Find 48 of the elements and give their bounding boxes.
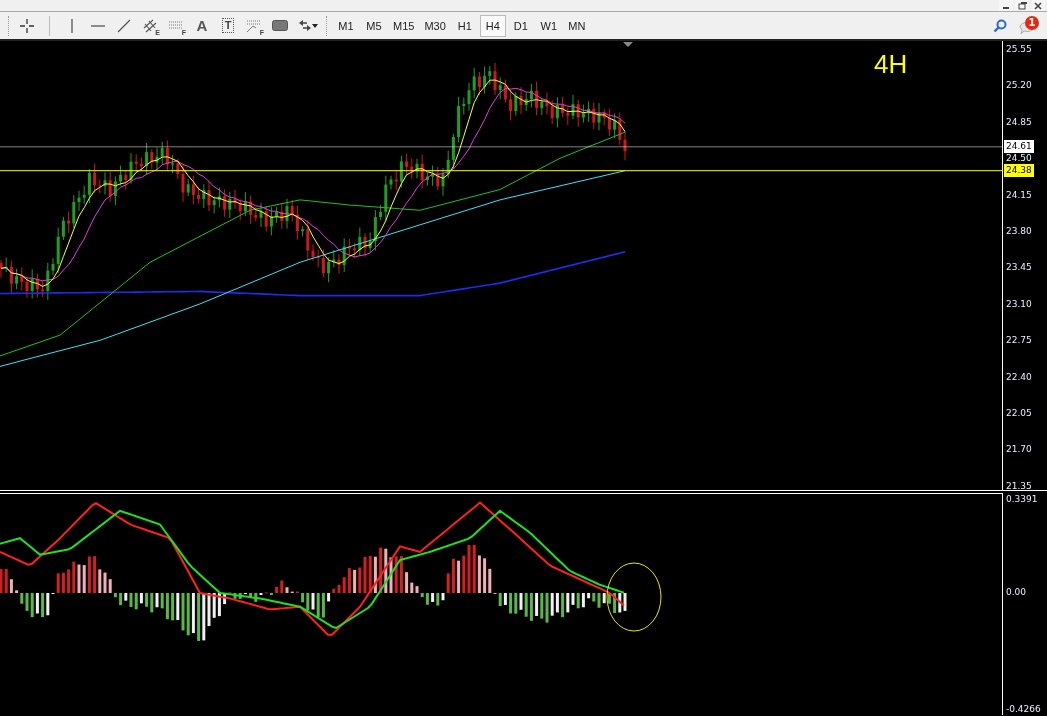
price-marker: 24.38 xyxy=(1004,163,1034,177)
axis-label: 23.80 xyxy=(1006,225,1032,238)
axis-label: 21.35 xyxy=(1006,479,1032,493)
close-button[interactable] xyxy=(1031,0,1045,11)
axis-label: 21.70 xyxy=(1006,443,1032,457)
axis-label: 0.3391 xyxy=(1006,493,1038,506)
axis-label: 0.00 xyxy=(1006,586,1027,599)
timeframe-button[interactable]: MN xyxy=(563,14,590,37)
arrows-icon xyxy=(298,19,312,32)
horizontal-line-icon xyxy=(91,23,105,28)
axis-label: 23.10 xyxy=(1006,297,1032,311)
price-marker: 24.61 xyxy=(1004,139,1034,153)
crosshair-icon xyxy=(19,17,35,34)
axis-label: 24.50 xyxy=(1006,152,1032,166)
trend-line-icon xyxy=(117,18,131,33)
text-label-tool-button[interactable]: T xyxy=(216,14,240,37)
axis-label: 24.15 xyxy=(1006,188,1032,202)
fibonacci-lines-icon xyxy=(169,20,183,31)
caret-icon xyxy=(312,23,318,28)
axis-label: 23.45 xyxy=(1006,261,1032,275)
timeframe-button[interactable]: D1 xyxy=(507,14,534,37)
minimize-button[interactable] xyxy=(999,0,1013,11)
restore-button[interactable] xyxy=(1015,0,1029,11)
axis-label: 22.05 xyxy=(1006,407,1032,420)
axis-label: 25.20 xyxy=(1006,79,1032,93)
timeframe-button[interactable]: M15 xyxy=(389,14,419,37)
close-icon xyxy=(1034,1,1042,10)
vertical-line-icon xyxy=(70,18,74,33)
axis-label: 22.75 xyxy=(1006,334,1032,348)
timeframe-label: 4H xyxy=(874,49,908,80)
timeframe-button[interactable]: M1 xyxy=(333,14,359,37)
timeframe-button[interactable]: M30 xyxy=(420,14,450,37)
timeframe-button[interactable]: M5 xyxy=(361,14,387,37)
timeframe-button[interactable]: H1 xyxy=(451,14,478,37)
fibonacci-fan-icon xyxy=(247,19,261,32)
axis-label: -0.4266 xyxy=(1006,703,1041,716)
highlight-ellipse xyxy=(606,562,662,632)
axis-label: 24.85 xyxy=(1006,115,1032,129)
axis-label: 22.40 xyxy=(1006,370,1032,384)
timeframe-button[interactable]: W1 xyxy=(535,14,562,37)
notification-badge: 1 xyxy=(1025,15,1039,30)
search-icon[interactable] xyxy=(993,18,1007,33)
axis-label: 25.55 xyxy=(1006,43,1032,56)
channel-icon xyxy=(143,18,157,33)
timeframe-button[interactable]: H4 xyxy=(479,14,506,37)
rectangle-icon xyxy=(272,20,288,31)
restore-icon xyxy=(1017,1,1027,10)
text-tool-button[interactable]: A xyxy=(190,14,214,37)
